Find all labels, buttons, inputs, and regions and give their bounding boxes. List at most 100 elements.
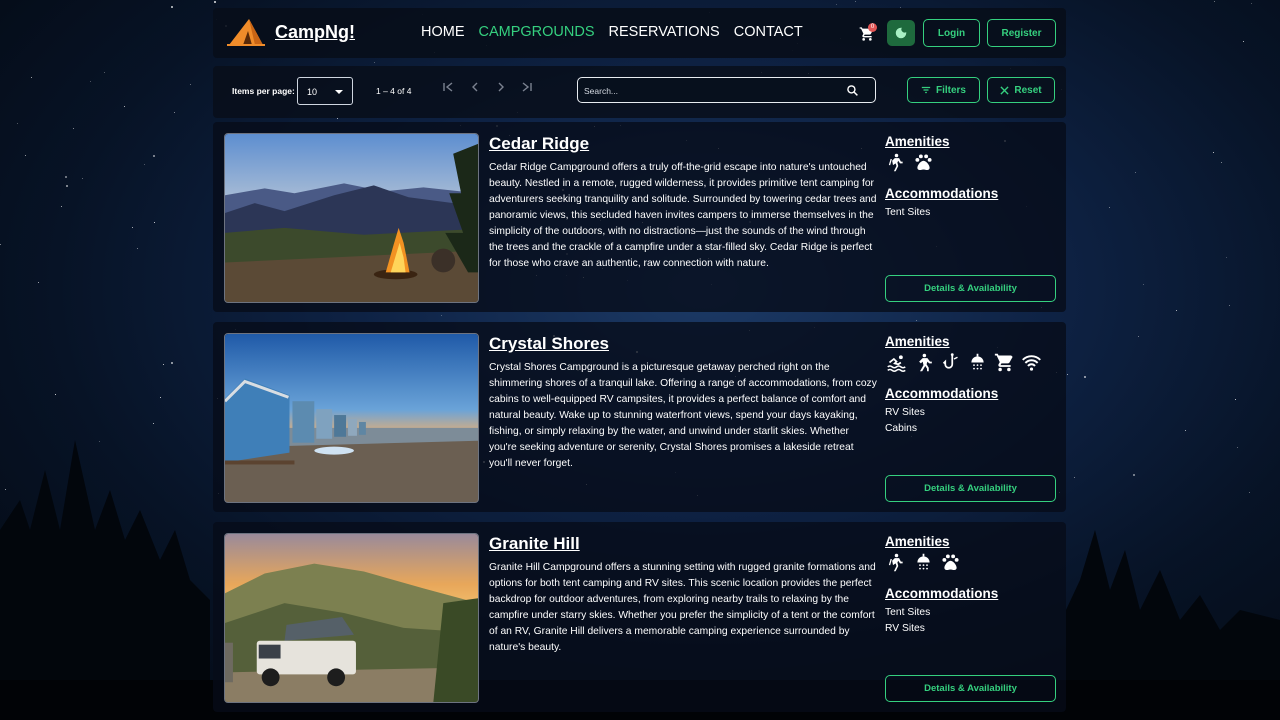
shower-icon — [917, 553, 930, 570]
star — [123, 106, 125, 108]
star — [104, 71, 106, 73]
campground-description: Granite Hill Campground offers a stunnin… — [489, 562, 876, 653]
star — [1248, 491, 1250, 493]
hiking-icon — [888, 153, 903, 172]
star — [162, 364, 164, 366]
brand-name[interactable]: CampNg! — [275, 22, 355, 43]
star — [1176, 309, 1178, 311]
star — [374, 61, 376, 63]
campground-card: Crystal Shores Crystal Shores Campground… — [213, 322, 1066, 512]
star — [1138, 335, 1140, 337]
login-button[interactable]: Login — [923, 19, 980, 47]
star — [916, 319, 918, 321]
accommodations-heading: Accommodations — [885, 586, 999, 601]
campground-name[interactable]: Crystal Shores — [489, 334, 609, 354]
items-per-page-value: 10 — [307, 87, 318, 97]
nav-reservations[interactable]: RESERVATIONS — [609, 24, 720, 40]
register-button[interactable]: Register — [987, 19, 1056, 47]
tent-icon — [227, 19, 265, 46]
campground-name[interactable]: Granite Hill — [489, 534, 580, 554]
star — [65, 175, 68, 178]
accommodations-list: Tent Sites RV Sites — [885, 605, 930, 637]
pets-icon — [942, 554, 959, 571]
star — [159, 396, 161, 398]
pagination-range: 1 – 4 of 4 — [376, 86, 412, 96]
star — [1108, 207, 1110, 209]
amenities-list — [886, 552, 961, 573]
campground-description: Crystal Shores Campground is a picturesq… — [489, 362, 877, 469]
amenities-heading: Amenities — [885, 334, 950, 349]
star — [81, 177, 83, 179]
star — [337, 118, 339, 120]
star — [1251, 2, 1253, 4]
filters-button[interactable]: Filters — [907, 77, 980, 103]
campground-photo-campfire[interactable] — [224, 133, 479, 303]
star — [1135, 172, 1137, 174]
accommodation-item: Tent Sites — [885, 607, 931, 618]
star — [171, 361, 174, 364]
star — [170, 6, 173, 9]
nav-home[interactable]: HOME — [421, 24, 465, 40]
navbar: CampNg! HOME CAMPGROUNDS RESERVATIONS CO… — [213, 8, 1066, 58]
accommodation-item: Tent Sites — [885, 207, 931, 218]
nav-contact[interactable]: CONTACT — [734, 24, 803, 40]
star — [1229, 304, 1230, 306]
star — [131, 226, 133, 228]
nav-campgrounds[interactable]: CAMPGROUNDS — [479, 24, 595, 40]
details-availability-button[interactable]: Details & Availability — [885, 275, 1056, 302]
star — [1213, 151, 1215, 153]
star — [213, 1, 216, 4]
star — [1234, 399, 1236, 401]
swimming-icon — [887, 355, 906, 373]
items-per-page-select[interactable]: 10 — [297, 77, 353, 105]
star — [60, 206, 62, 208]
reset-button[interactable]: Reset — [987, 77, 1055, 103]
star — [440, 315, 442, 317]
star — [0, 243, 2, 245]
star — [136, 248, 138, 250]
star — [66, 184, 69, 187]
filters-label: Filters — [935, 84, 966, 96]
star — [1142, 284, 1144, 286]
search-icon[interactable] — [846, 84, 859, 97]
last-page-icon[interactable] — [521, 81, 533, 93]
cart-count-badge: 0 — [868, 23, 877, 32]
accommodations-list: Tent Sites — [885, 205, 930, 221]
details-availability-button[interactable]: Details & Availability — [885, 675, 1056, 702]
star — [855, 1, 857, 3]
first-page-icon[interactable] — [442, 81, 454, 93]
star — [173, 111, 175, 113]
star — [144, 164, 146, 166]
star — [1214, 0, 1216, 2]
items-per-page-label: Items per page: — [232, 86, 295, 96]
accommodation-item: RV Sites — [885, 623, 925, 634]
reset-label: Reset — [1014, 84, 1042, 96]
star — [98, 440, 100, 442]
search-placeholder: Search... — [584, 86, 619, 96]
theme-toggle-button[interactable] — [887, 20, 915, 46]
details-availability-button[interactable]: Details & Availability — [885, 475, 1056, 502]
star — [154, 222, 156, 224]
star — [836, 3, 838, 5]
fishing-icon — [942, 353, 958, 369]
star — [1067, 373, 1069, 375]
campground-photo-rooftop-tent[interactable] — [224, 533, 479, 703]
search-input[interactable]: Search... — [577, 77, 876, 103]
star — [72, 128, 74, 130]
star — [1084, 375, 1087, 378]
brand-logo[interactable]: CampNg! — [225, 17, 355, 47]
campground-photo-beach-huts[interactable] — [224, 333, 479, 503]
amenities-list — [886, 352, 1042, 373]
amenities-list — [886, 152, 934, 173]
amenities-heading: Amenities — [885, 534, 950, 549]
campground-name[interactable]: Cedar Ridge — [489, 134, 589, 154]
close-icon — [1000, 85, 1009, 95]
accommodations-heading: Accommodations — [885, 386, 999, 401]
prev-page-icon[interactable] — [469, 81, 481, 93]
next-page-icon[interactable] — [495, 81, 507, 93]
accommodations-heading: Accommodations — [885, 186, 999, 201]
campground-description: Cedar Ridge Campground offers a truly of… — [489, 162, 877, 269]
star — [1184, 430, 1186, 432]
accommodation-item: RV Sites — [885, 407, 925, 418]
accommodation-item: Cabins — [885, 423, 918, 434]
